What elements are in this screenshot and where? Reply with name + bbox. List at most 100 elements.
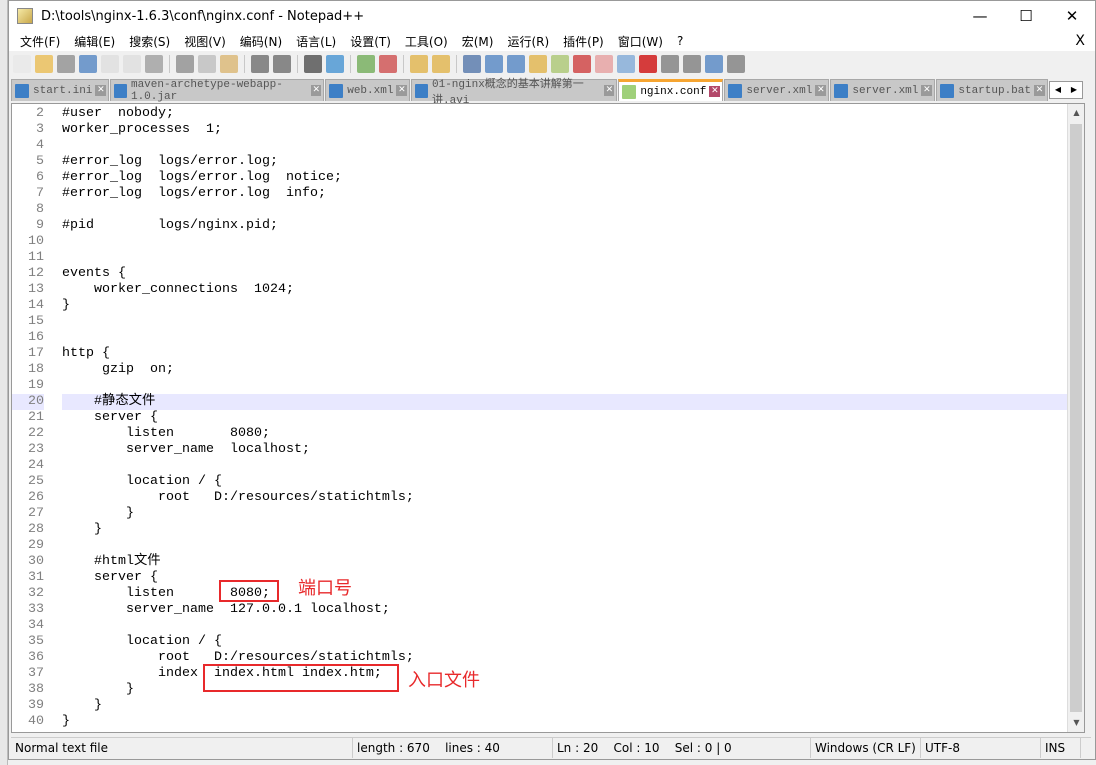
menu-item[interactable]: 工具(O)	[398, 33, 455, 50]
close-document-button[interactable]: X	[1068, 33, 1095, 49]
status-encoding: UTF-8	[921, 738, 1041, 758]
folder-icon[interactable]	[595, 55, 613, 73]
code-line: 35 location / {	[12, 634, 1084, 650]
tab-server-xml[interactable]: server.xml ✕	[830, 79, 936, 101]
save-all-icon[interactable]	[79, 55, 97, 73]
code-line: 22 listen 8080;	[12, 426, 1084, 442]
udl-icon[interactable]	[529, 55, 547, 73]
tab-01-nginx-avi[interactable]: 01-nginx概念的基本讲解第一讲.avi ✕	[411, 79, 618, 107]
tab-maven-archetype-webapp-1-0-jar[interactable]: maven-archetype-webapp-1.0.jar ✕	[110, 79, 325, 103]
code-line: 18 gzip on;	[12, 362, 1084, 378]
maximize-button[interactable]: ☐	[1003, 7, 1049, 25]
wrap-icon[interactable]	[463, 55, 481, 73]
find-icon[interactable]	[304, 55, 322, 73]
zoom-out-icon[interactable]	[379, 55, 397, 73]
code-line: 6 #error_log logs/error.log notice;	[12, 170, 1084, 186]
line-number: 20	[28, 394, 44, 409]
menu-item[interactable]: 视图(V)	[177, 33, 233, 50]
tab-start-ini[interactable]: start.ini ✕	[11, 79, 110, 101]
undo-icon[interactable]	[251, 55, 269, 73]
line-number: 34	[28, 618, 44, 633]
record-icon[interactable]	[639, 55, 657, 73]
close-all-icon[interactable]	[123, 55, 141, 73]
menu-item[interactable]: 文件(F)	[13, 33, 67, 50]
vertical-scrollbar[interactable]: ▲ ▼	[1067, 104, 1084, 732]
tab-scroll-left-icon[interactable]: ◀	[1050, 82, 1066, 98]
stop-icon[interactable]	[661, 55, 679, 73]
tab-startup-bat[interactable]: startup.bat ✕	[936, 79, 1048, 101]
editor[interactable]: 2 #user nobody; 3 worker_processes 1; 4 5 #err…	[11, 103, 1085, 733]
code-text: }	[62, 698, 102, 713]
menu-item[interactable]: 搜索(S)	[122, 33, 177, 50]
menu-item[interactable]: 编辑(E)	[67, 33, 122, 50]
close-icon[interactable]	[101, 55, 119, 73]
play-multi-icon[interactable]	[705, 55, 723, 73]
menu-item[interactable]: 插件(P)	[556, 33, 611, 50]
show-all-icon[interactable]	[485, 55, 503, 73]
close-tab-icon[interactable]: ✕	[815, 85, 827, 96]
close-tab-icon[interactable]: ✕	[921, 85, 933, 96]
code-line: 20 #静态文件	[12, 394, 1084, 410]
scroll-down-icon[interactable]: ▼	[1068, 714, 1084, 732]
open-icon[interactable]	[35, 55, 53, 73]
line-number: 14	[28, 298, 44, 313]
save-macro-icon[interactable]	[727, 55, 745, 73]
minimize-button[interactable]: —	[957, 7, 1003, 25]
line-number: 17	[28, 346, 44, 361]
menu-item[interactable]: 语言(L)	[289, 33, 343, 50]
copy-icon[interactable]	[198, 55, 216, 73]
code-text: server {	[62, 410, 158, 425]
function-list-icon[interactable]	[573, 55, 591, 73]
cut-icon[interactable]	[176, 55, 194, 73]
line-number: 2	[36, 106, 44, 121]
scroll-up-icon[interactable]: ▲	[1068, 104, 1084, 122]
redo-icon[interactable]	[273, 55, 291, 73]
tab-label: nginx.conf	[640, 85, 707, 98]
menu-item[interactable]: ?	[670, 34, 690, 48]
close-tab-icon[interactable]: ✕	[396, 85, 408, 96]
close-tab-icon[interactable]: ✕	[311, 85, 322, 96]
sync-h-icon[interactable]	[432, 55, 450, 73]
tab-label: start.ini	[33, 84, 93, 97]
close-tab-icon[interactable]: ✕	[604, 85, 615, 96]
code-line: 10	[12, 234, 1084, 250]
code-text: worker_connections 1024;	[62, 282, 294, 297]
paste-icon[interactable]	[220, 55, 238, 73]
close-tab-icon[interactable]: ✕	[95, 85, 107, 96]
play-icon[interactable]	[683, 55, 701, 73]
menu-item[interactable]: 运行(R)	[500, 33, 556, 50]
close-tab-icon[interactable]: ✕	[1034, 85, 1045, 96]
code-line: 39 }	[12, 698, 1084, 714]
monitor-icon[interactable]	[617, 55, 635, 73]
zoom-in-icon[interactable]	[357, 55, 375, 73]
tab-bar: start.ini ✕ maven-archetype-webapp-1.0.jar…	[11, 79, 1095, 107]
new-icon[interactable]	[13, 55, 31, 73]
code-text: #error_log logs/error.log notice;	[62, 170, 342, 185]
tab-nginx-conf[interactable]: nginx.conf ✕	[618, 79, 724, 101]
line-number: 12	[28, 266, 44, 281]
code-line: 34	[12, 618, 1084, 634]
menu-item[interactable]: 窗口(W)	[611, 33, 670, 50]
indent-guide-icon[interactable]	[507, 55, 525, 73]
code-line: 36 root D:/resources/statichtmls;	[12, 650, 1084, 666]
scroll-thumb[interactable]	[1070, 124, 1082, 712]
menu-item[interactable]: 设置(T)	[343, 33, 398, 50]
code-text: }	[62, 714, 70, 729]
tab-label: startup.bat	[958, 84, 1031, 97]
line-number: 25	[28, 474, 44, 489]
tab-scroll-right-icon[interactable]: ▶	[1066, 82, 1082, 98]
code-text: server {	[62, 570, 158, 585]
tab-server-xml[interactable]: server.xml ✕	[724, 79, 830, 101]
menu-item[interactable]: 宏(M)	[455, 33, 501, 50]
tab-web-xml[interactable]: web.xml ✕	[325, 79, 411, 101]
print-icon[interactable]	[145, 55, 163, 73]
save-icon[interactable]	[57, 55, 75, 73]
menu-item[interactable]: 编码(N)	[233, 33, 289, 50]
close-button[interactable]: ✕	[1049, 7, 1095, 25]
code-line: 26 root D:/resources/statichtmls;	[12, 490, 1084, 506]
close-tab-icon[interactable]: ✕	[709, 86, 721, 97]
doc-map-icon[interactable]	[551, 55, 569, 73]
code-line: 33 server_name 127.0.0.1 localhost;	[12, 602, 1084, 618]
sync-v-icon[interactable]	[410, 55, 428, 73]
replace-icon[interactable]	[326, 55, 344, 73]
